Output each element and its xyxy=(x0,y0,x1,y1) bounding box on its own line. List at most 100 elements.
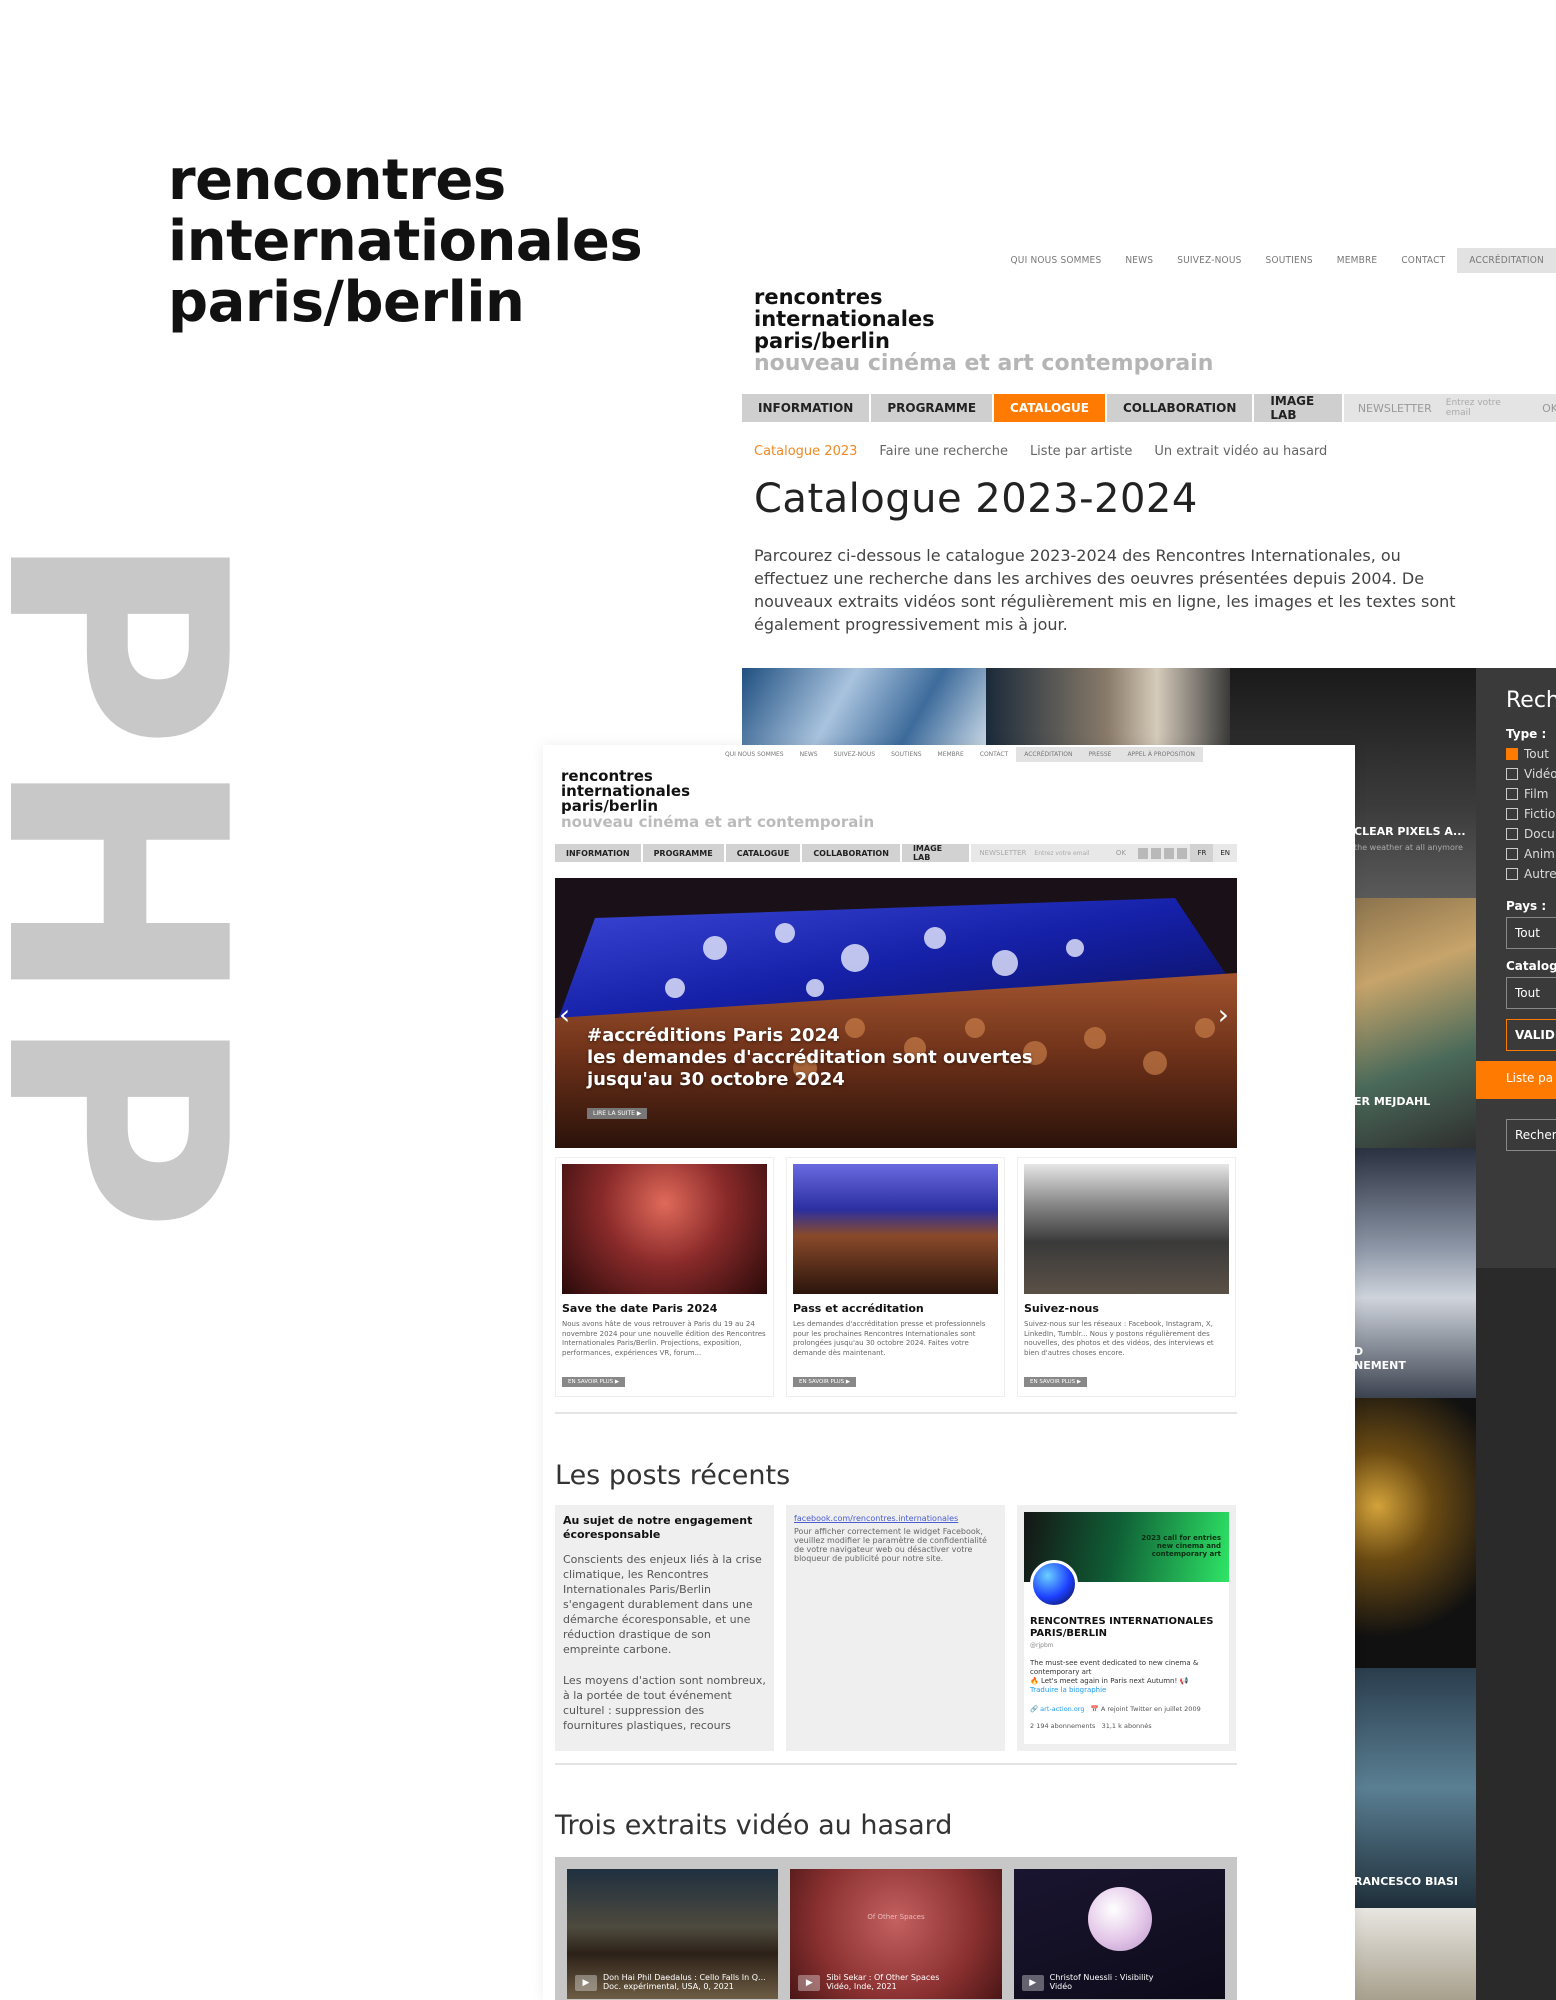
card-more-button[interactable]: EN SAVOIR PLUS ▶ xyxy=(562,1377,626,1387)
nav-programme[interactable]: PROGRAMME xyxy=(642,844,726,862)
top-nav-membre[interactable]: MEMBRE xyxy=(1325,255,1390,266)
liste-par-artiste-button[interactable]: Liste pa xyxy=(1476,1061,1556,1099)
video-title: Don Hai Phil Daedalus : Cello Falls In Q… xyxy=(603,1973,766,1982)
top-nav-soutiens[interactable]: SOUTIENS xyxy=(883,747,929,762)
pays-label: Pays : xyxy=(1506,899,1547,913)
translate-link[interactable]: Traduire la biographie xyxy=(1030,1686,1229,1695)
facebook-link[interactable]: facebook.com/rencontres.internationales xyxy=(794,1514,997,1523)
checkbox[interactable] xyxy=(1506,748,1518,760)
hero-line-1: #accréditions Paris 2024 xyxy=(587,1025,840,1046)
card-more-button[interactable]: EN SAVOIR PLUS ▶ xyxy=(793,1377,857,1387)
divider xyxy=(555,1763,1237,1765)
twitter-name: RENCONTRES INTERNATIONALES PARIS/BERLIN xyxy=(1030,1616,1214,1639)
catalogue-select[interactable]: Tout xyxy=(1506,977,1556,1009)
divider xyxy=(555,1412,1237,1414)
newsletter-email-input[interactable]: Entrez votre email xyxy=(1034,850,1109,857)
checkbox[interactable] xyxy=(1506,868,1518,880)
twitter-icon[interactable] xyxy=(1151,847,1162,859)
top-nav-news[interactable]: NEWS xyxy=(1113,255,1165,266)
checkbox[interactable] xyxy=(1506,848,1518,860)
nav-information[interactable]: INFORMATION xyxy=(742,394,872,422)
instagram-icon[interactable] xyxy=(1164,847,1175,859)
type-option-video[interactable]: Vidéo xyxy=(1506,767,1556,781)
subnav-liste-par-artiste[interactable]: Liste par artiste xyxy=(1030,444,1132,459)
nav-catalogue[interactable]: CATALOGUE xyxy=(994,394,1107,422)
video-thumbnail[interactable]: ▶ Don Hai Phil Daedalus : Cello Falls In… xyxy=(567,1869,779,1999)
top-nav-soutiens[interactable]: SOUTIENS xyxy=(1254,255,1325,266)
site-link[interactable]: 🔗 art-action.org xyxy=(1030,1705,1084,1713)
top-nav-presse[interactable]: PRESSE xyxy=(1080,747,1120,762)
search-button[interactable]: Recherc xyxy=(1506,1119,1556,1151)
subnav-faire-une-recherche[interactable]: Faire une recherche xyxy=(879,444,1008,459)
type-option-autre[interactable]: Autre xyxy=(1506,867,1556,881)
vimeo-icon[interactable] xyxy=(1177,847,1188,859)
facebook-icon[interactable] xyxy=(1137,847,1149,859)
top-nav-suivez-nous[interactable]: SUIVEZ-NOUS xyxy=(826,747,883,762)
logo-subtitle: nouveau cinéma et art contemporain xyxy=(754,351,1214,376)
checkbox[interactable] xyxy=(1506,768,1518,780)
following-count[interactable]: 2 194 abonnements xyxy=(1030,1722,1095,1730)
catalogue-logo[interactable]: rencontres internationales paris/berlin … xyxy=(754,286,1213,376)
validate-button[interactable]: VALIDE xyxy=(1506,1019,1556,1051)
catalogue-tile[interactable] xyxy=(742,668,986,748)
nav-information[interactable]: INFORMATION xyxy=(555,844,643,862)
top-nav-accreditation[interactable]: ACCRÉDITATION xyxy=(1016,747,1081,762)
newsletter-ok-button[interactable]: OK xyxy=(1110,849,1138,857)
video-thumbnail[interactable]: Of Other Spaces ▶ Sibi Sekar : Of Other … xyxy=(790,1869,1002,1999)
lang-en[interactable]: EN xyxy=(1213,844,1237,862)
news-card[interactable]: Save the date Paris 2024 Nous avons hâte… xyxy=(555,1157,774,1397)
search-panel: Rech Type : Tout Vidéo Film Fictio Docu … xyxy=(1476,668,1556,1268)
followers-count[interactable]: 31,1 k abonnés xyxy=(1102,1722,1152,1730)
catalogue-tile[interactable] xyxy=(986,668,1230,748)
play-icon[interactable]: ▶ xyxy=(575,1975,597,1991)
play-icon[interactable]: ▶ xyxy=(798,1975,821,1991)
nav-image-lab[interactable]: IMAGE LAB xyxy=(901,844,972,862)
top-nav-qui-nous-sommes[interactable]: QUI NOUS SOMMES xyxy=(999,255,1114,266)
top-nav-contact[interactable]: CONTACT xyxy=(1389,255,1457,266)
twitter-meta: 🔗 art-action.org 📅 A rejoint Twitter en … xyxy=(1030,1705,1201,1713)
top-nav-news[interactable]: NEWS xyxy=(792,747,826,762)
video-thumbnail[interactable]: ▶ Christof Nuessli : Visibility Vidéo xyxy=(1013,1869,1225,1999)
video-caption: Christof Nuessli : Visibility Vidéo xyxy=(1050,1973,1154,1991)
nav-programme[interactable]: PROGRAMME xyxy=(871,394,995,422)
post-eco[interactable]: Au sujet de notre engagement écoresponsa… xyxy=(555,1505,774,1751)
video-meta: Vidéo xyxy=(1049,1982,1073,1991)
play-icon[interactable]: ▶ xyxy=(1021,1975,1044,1991)
checkbox[interactable] xyxy=(1506,788,1518,800)
type-option-fiction[interactable]: Fictio xyxy=(1506,807,1556,821)
nav-collaboration[interactable]: COLLABORATION xyxy=(1106,394,1255,422)
top-nav-appel-a-proposition[interactable]: APPEL À PROPOSITION xyxy=(1119,747,1203,762)
hero-prev-arrow[interactable]: ‹ xyxy=(559,998,570,1031)
top-nav-accreditation[interactable]: ACCRÉDITATION xyxy=(1457,248,1556,273)
news-card[interactable]: Pass et accréditation Les demandes d'acc… xyxy=(786,1157,1005,1397)
card-more-button[interactable]: EN SAVOIR PLUS ▶ xyxy=(1024,1377,1088,1387)
hero-read-more-button[interactable]: LIRE LA SUITE ▶ xyxy=(587,1108,648,1119)
type-option-documentaire[interactable]: Docu xyxy=(1506,827,1556,841)
nav-catalogue[interactable]: CATALOGUE xyxy=(725,844,803,862)
hero-next-arrow[interactable]: › xyxy=(1218,998,1229,1031)
subnav-extrait-au-hasard[interactable]: Un extrait vidéo au hasard xyxy=(1154,444,1327,459)
top-nav-membre[interactable]: MEMBRE xyxy=(930,747,972,762)
top-nav-qui-nous-sommes[interactable]: QUI NOUS SOMMES xyxy=(717,747,792,762)
type-option-animation[interactable]: Anim xyxy=(1506,847,1556,861)
top-nav-contact[interactable]: CONTACT xyxy=(972,747,1016,762)
home-logo[interactable]: rencontres internationales paris/berlin … xyxy=(561,769,874,831)
top-nav-suivez-nous[interactable]: SUIVEZ-NOUS xyxy=(1165,255,1253,266)
subnav-catalogue-2023[interactable]: Catalogue 2023 xyxy=(754,444,857,459)
type-option-tout[interactable]: Tout xyxy=(1506,747,1556,761)
pays-select[interactable]: Tout xyxy=(1506,917,1556,949)
nav-collaboration[interactable]: COLLABORATION xyxy=(802,844,902,862)
lang-fr[interactable]: FR xyxy=(1190,844,1214,862)
nav-image-lab[interactable]: IMAGE LAB xyxy=(1254,394,1344,422)
post-twitter[interactable]: 2023 call for entries new cinema and con… xyxy=(1017,1505,1236,1751)
card-text: Suivez-nous sur les réseaux : Facebook, … xyxy=(1024,1320,1214,1357)
checkbox[interactable] xyxy=(1506,808,1518,820)
type-option-film[interactable]: Film xyxy=(1506,787,1556,801)
news-card[interactable]: Suivez-nous Suivez-nous sur les réseaux … xyxy=(1017,1157,1236,1397)
newsletter-email-input[interactable]: Entrez votre email xyxy=(1446,398,1528,418)
newsletter-ok-button[interactable]: OK xyxy=(1528,402,1556,415)
checkbox[interactable] xyxy=(1506,828,1518,840)
video-meta: Doc. expérimental, USA, 0, 2021 xyxy=(603,1982,734,1991)
hero-slide[interactable]: ‹ › #accréditions Paris 2024 les demande… xyxy=(555,878,1237,1148)
tile-caption: D xyxy=(1354,1345,1364,1358)
